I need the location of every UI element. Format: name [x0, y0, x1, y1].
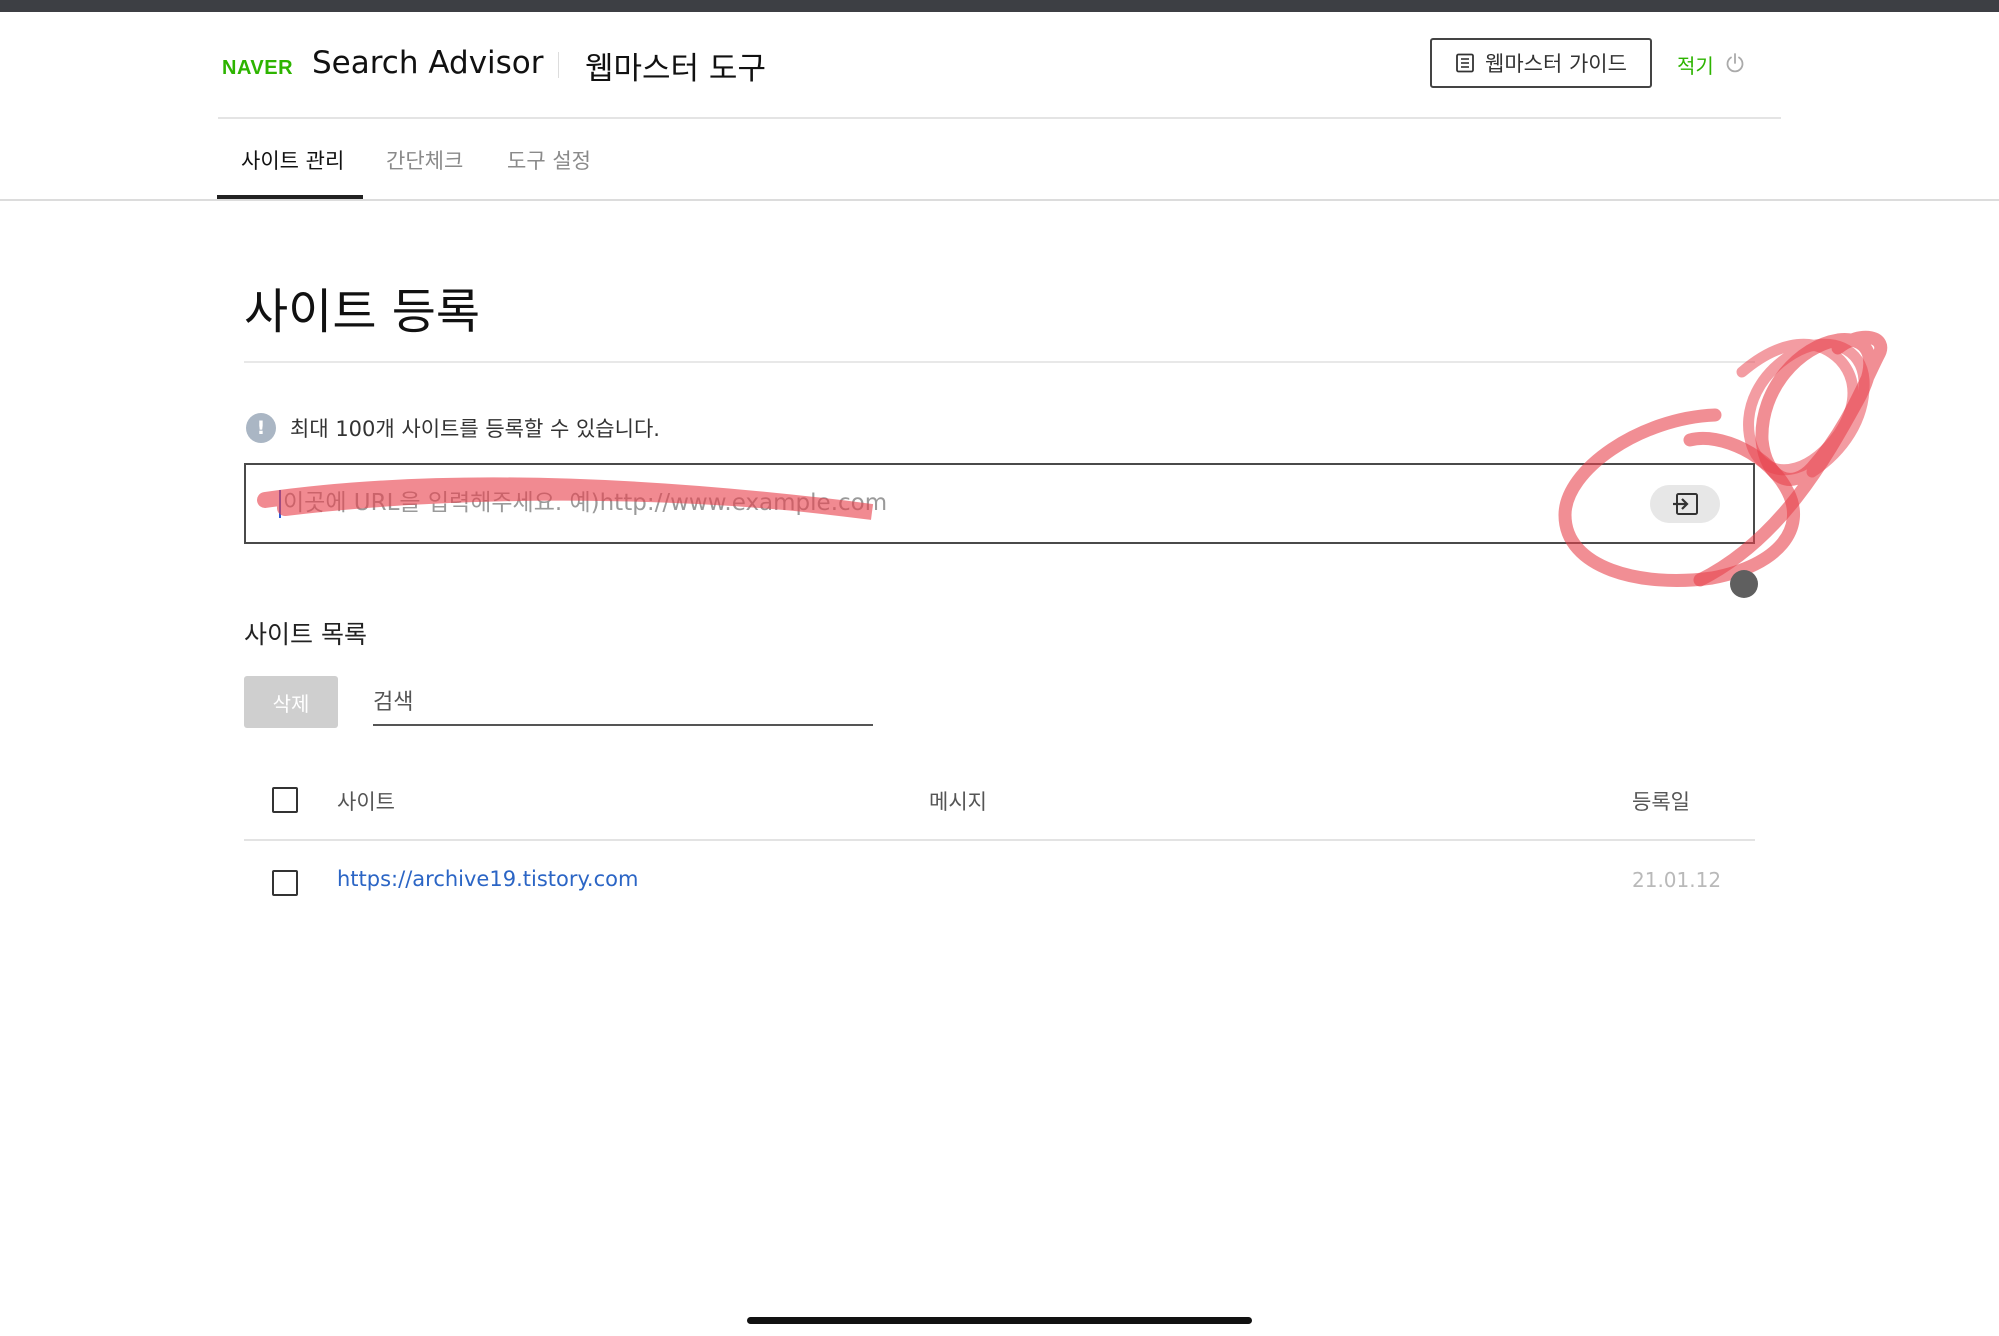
home-indicator[interactable]	[747, 1317, 1252, 1324]
user-name[interactable]: 적기	[1677, 50, 1714, 79]
status-strip	[0, 0, 1999, 12]
webmaster-guide-label: 웹마스터 가이드	[1485, 52, 1627, 76]
registration-date: 21.01.12	[1632, 868, 1722, 892]
naver-logo[interactable]: NAVER	[222, 57, 293, 80]
site-link[interactable]: https://archive19.tistory.com	[337, 867, 638, 891]
url-input[interactable]	[283, 481, 1583, 525]
webmaster-guide-button[interactable]: 웹마스터 가이드	[1430, 38, 1652, 88]
header-divider	[218, 117, 1781, 119]
tab-tool-settings[interactable]: 도구 설정	[507, 145, 591, 175]
figure-eight-scribble	[1736, 338, 1870, 478]
power-icon[interactable]	[1724, 52, 1746, 74]
touch-indicator-dot	[1730, 570, 1758, 598]
tab-quick-check[interactable]: 간단체크	[386, 145, 463, 175]
column-header-date: 등록일	[1632, 790, 1690, 814]
book-list-icon	[1456, 53, 1474, 73]
site-search-input[interactable]	[373, 681, 873, 726]
app-title: Search Advisor	[312, 45, 544, 81]
title-divider-line	[244, 361, 1755, 363]
enter-arrow-icon	[1673, 493, 1698, 515]
column-header-site: 사이트	[337, 790, 395, 814]
select-all-checkbox[interactable]	[272, 787, 298, 813]
info-icon: !	[246, 413, 276, 443]
submit-url-button[interactable]	[1650, 485, 1720, 523]
site-limit-notice: 최대 100개 사이트를 등록할 수 있습니다.	[290, 417, 660, 441]
row-checkbox[interactable]	[272, 870, 298, 896]
delete-button[interactable]: 삭제	[244, 676, 338, 728]
page-title: 사이트 등록	[244, 284, 481, 340]
table-header-divider	[244, 839, 1755, 841]
text-cursor	[279, 490, 281, 518]
tool-title: 웹마스터 도구	[585, 51, 766, 87]
column-header-message: 메시지	[929, 790, 987, 814]
tab-site-management[interactable]: 사이트 관리	[241, 145, 344, 175]
title-divider	[558, 52, 559, 78]
nav-divider	[0, 199, 1999, 201]
site-list-title: 사이트 목록	[244, 620, 367, 649]
